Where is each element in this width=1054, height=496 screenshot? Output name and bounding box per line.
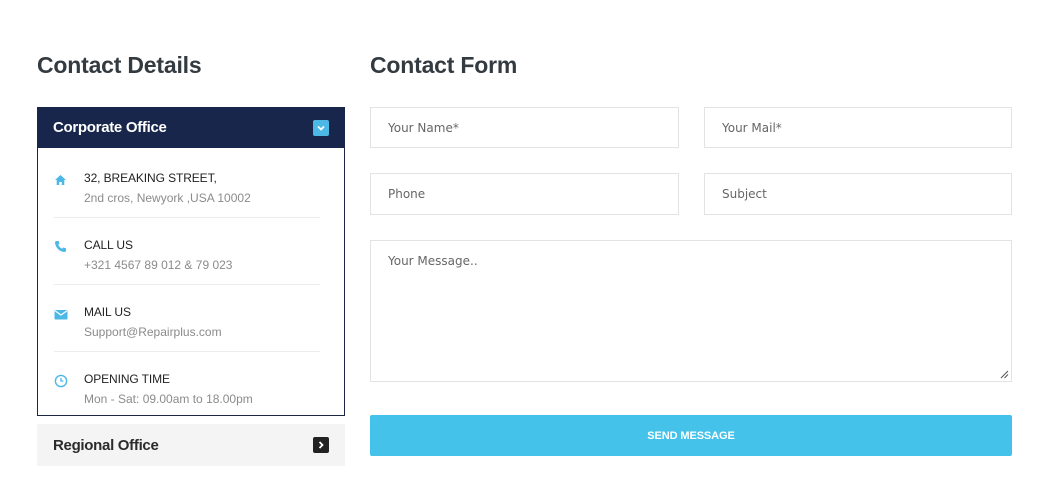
email-address[interactable]: Support@Repairplus.com	[84, 325, 222, 339]
resize-handle-icon[interactable]	[999, 369, 1009, 379]
chevron-down-icon[interactable]	[313, 119, 329, 136]
chevron-right-icon[interactable]	[313, 437, 329, 453]
list-item: OPENING TIME Mon - Sat: 09.00am to 18.00…	[54, 352, 320, 418]
address-text: 2nd cros, Newyork ,USA 10002	[84, 191, 251, 205]
list-item: 32, BREAKING STREET, 2nd cros, Newyork ,…	[54, 148, 320, 218]
home-icon	[54, 171, 84, 205]
corporate-office-title: Corporate Office	[53, 119, 167, 136]
email-field[interactable]: Your Mail*	[704, 107, 1012, 148]
phone-field[interactable]: Phone	[370, 173, 679, 215]
phone-number: +321 4567 89 012 & 79 023	[84, 258, 233, 272]
list-item: CALL US +321 4567 89 012 & 79 023	[54, 218, 320, 285]
mail-icon	[54, 305, 84, 339]
address-title: 32, BREAKING STREET,	[84, 171, 217, 185]
contact-info-list: 32, BREAKING STREET, 2nd cros, Newyork ,…	[38, 148, 344, 418]
corporate-office-header[interactable]: Corporate Office	[37, 107, 345, 148]
contact-details-heading: Contact Details	[37, 52, 202, 78]
clock-icon	[54, 372, 84, 406]
subject-field[interactable]: Subject	[704, 173, 1012, 215]
contact-form-heading: Contact Form	[370, 52, 518, 78]
phone-icon	[54, 238, 84, 272]
opening-hours: Mon - Sat: 09.00am to 18.00pm	[84, 392, 253, 406]
corporate-office-panel: Corporate Office 32, BREAKING STREET, 2n…	[37, 107, 345, 416]
mail-us-title: MAIL US	[84, 305, 131, 319]
list-item: MAIL US Support@Repairplus.com	[54, 285, 320, 352]
regional-office-header[interactable]: Regional Office	[37, 424, 345, 466]
regional-office-title: Regional Office	[53, 436, 159, 454]
call-us-title: CALL US	[84, 238, 133, 252]
message-placeholder: Your Message..	[388, 254, 478, 268]
name-field[interactable]: Your Name*	[370, 107, 679, 148]
send-message-button[interactable]: SEND MESSAGE	[370, 415, 1012, 456]
message-textarea[interactable]: Your Message..	[370, 240, 1012, 382]
opening-time-title: OPENING TIME	[84, 372, 170, 386]
